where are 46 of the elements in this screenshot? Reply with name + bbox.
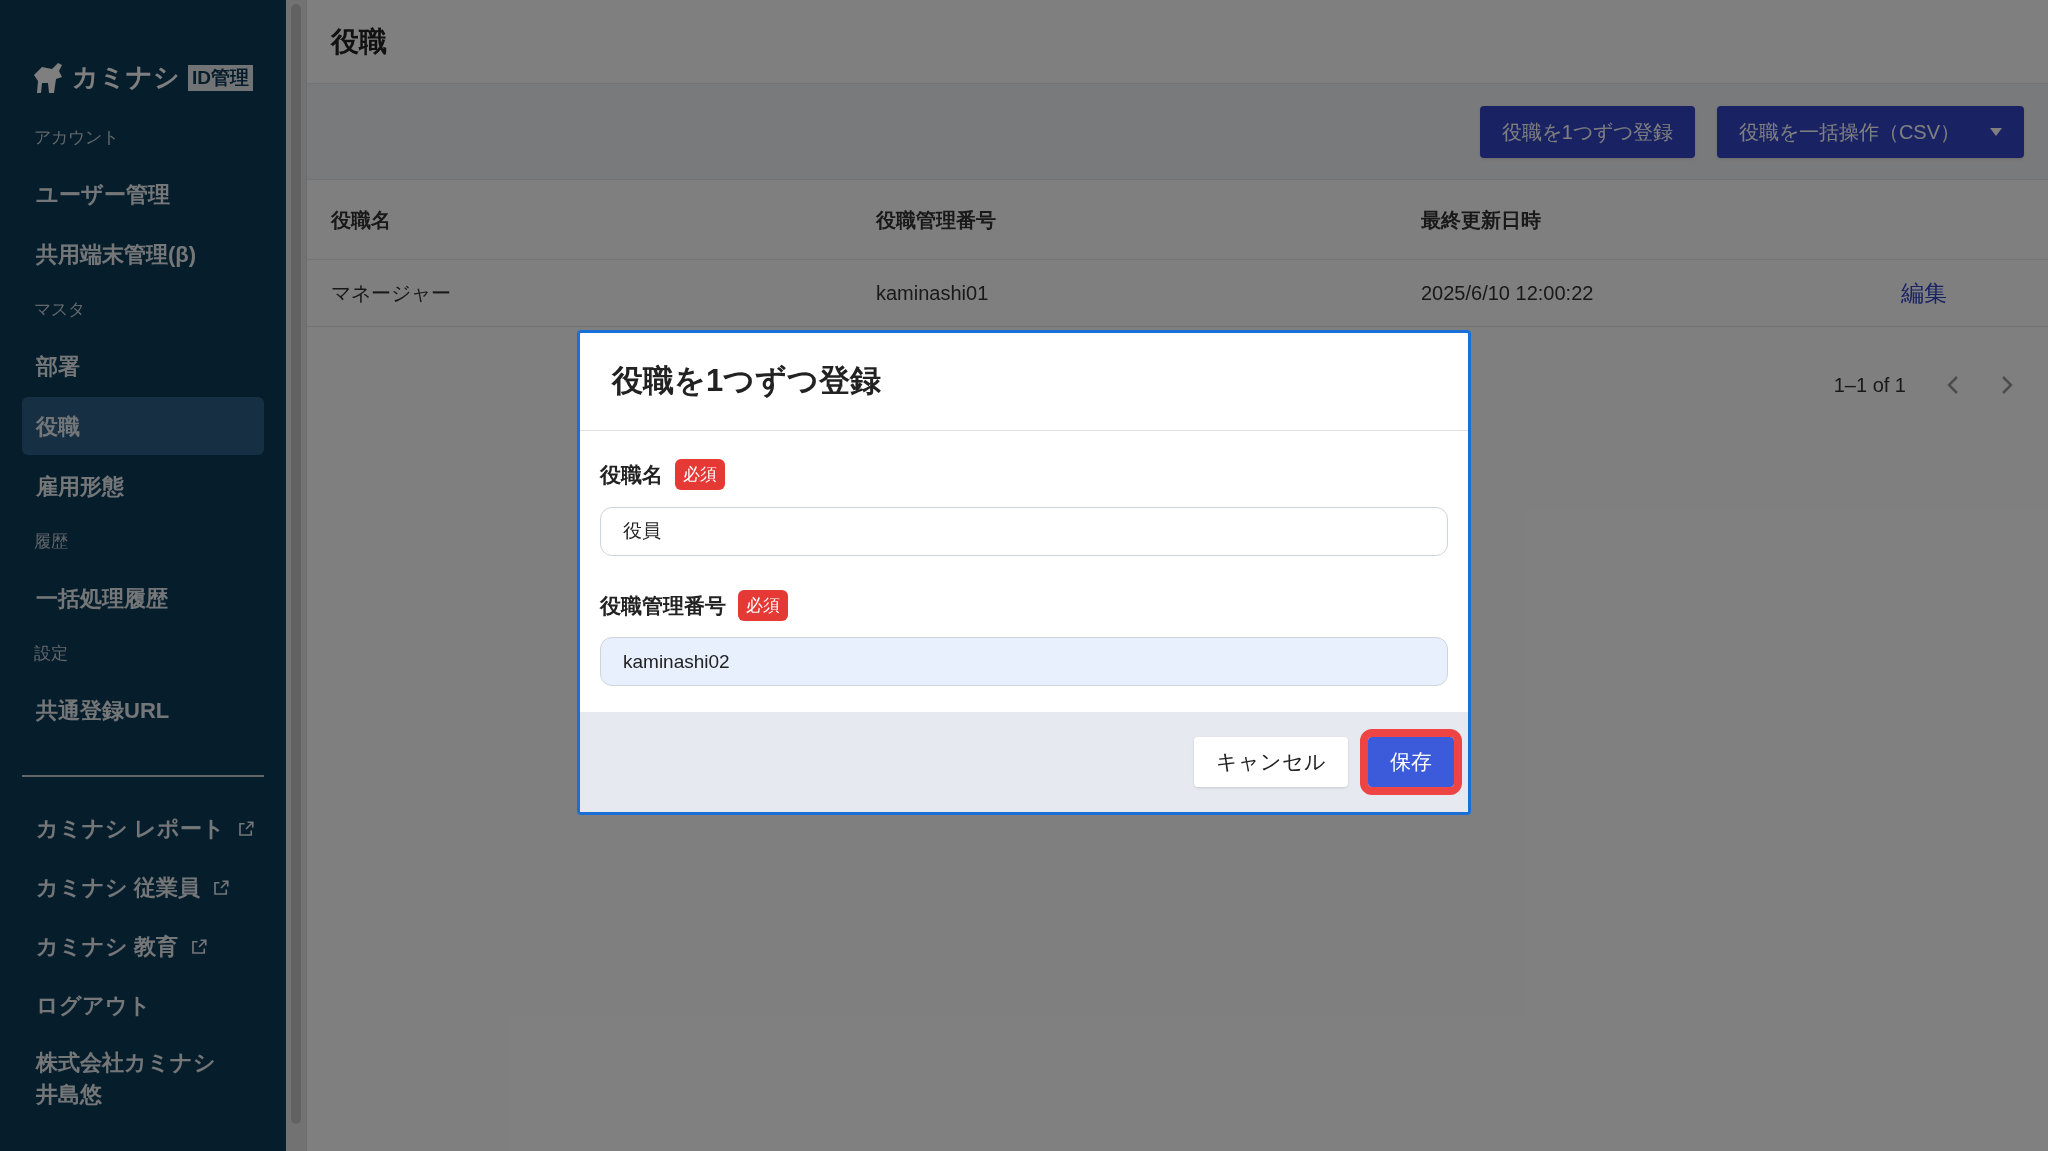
pagination-range: 1–1 of 1	[1833, 373, 1906, 398]
section-label: マスタ	[33, 299, 86, 322]
next-page-button[interactable]	[2000, 375, 2014, 395]
section-label: アカウント	[33, 127, 120, 150]
required-badge: 必須	[738, 589, 788, 621]
chevron-left-icon	[1946, 375, 1960, 395]
external-link-icon	[237, 819, 256, 838]
field-label: 役職管理番号	[600, 592, 726, 619]
sidebar-link[interactable]: ログアウト	[22, 988, 151, 1023]
nav-item[interactable]: 共用端末管理(β)	[22, 225, 264, 283]
logo-badge: ID管理	[188, 64, 253, 91]
sidebar-link[interactable]: カミナシ レポート	[22, 811, 256, 846]
table-cell-text: kaminashi01	[876, 281, 990, 306]
external-link-icon	[212, 878, 231, 897]
external-link-icon	[190, 937, 209, 956]
user-name: 井島悠	[36, 1081, 103, 1109]
nav-item[interactable]: 一括処理履歴	[22, 569, 264, 627]
register-button[interactable]: 役職を1つずつ登録	[1479, 105, 1695, 158]
field-label: 役職名	[600, 462, 663, 488]
section-label: 設定	[33, 643, 69, 666]
previous-page-button[interactable]	[1946, 375, 1960, 395]
edit-link[interactable]: 編集	[1901, 275, 1947, 311]
nav-item[interactable]: 役職	[22, 397, 264, 455]
page-title: 役職	[331, 24, 387, 59]
nav-item[interactable]: 雇用形態	[22, 457, 264, 515]
chevron-right-icon	[2000, 375, 2014, 395]
caret-icon	[1990, 127, 2002, 136]
dropdown-button[interactable]: 役職を一括操作（CSV）	[1716, 105, 2024, 158]
column-header: 役職名	[331, 207, 392, 233]
cancel-button[interactable]: キャンセル	[1194, 737, 1348, 787]
logo-name: カミナシ	[72, 61, 180, 94]
sidebar-link[interactable]: カミナシ 従業員	[22, 870, 231, 905]
text-field[interactable]: kaminashi02	[600, 637, 1448, 686]
nav-item[interactable]: 共通登録URL	[22, 681, 264, 739]
table-cell-text: マネージャー	[331, 281, 452, 306]
nav-item[interactable]: 部署	[22, 337, 264, 395]
nav-item[interactable]: ユーザー管理	[22, 165, 264, 223]
column-header: 役職管理番号	[876, 207, 997, 233]
sidebar-link[interactable]: カミナシ 教育	[22, 929, 209, 964]
dialog-title: 役職を1つずつ登録	[612, 362, 882, 401]
text-field[interactable]: 役員	[600, 506, 1448, 556]
company-name: 株式会社カミナシ	[36, 1049, 217, 1077]
table-cell-text: 2025/6/10 12:00:22	[1421, 281, 1595, 306]
column-header: 最終更新日時	[1421, 207, 1542, 233]
required-badge: 必須	[675, 459, 725, 491]
section-label: 履歴	[33, 531, 69, 554]
